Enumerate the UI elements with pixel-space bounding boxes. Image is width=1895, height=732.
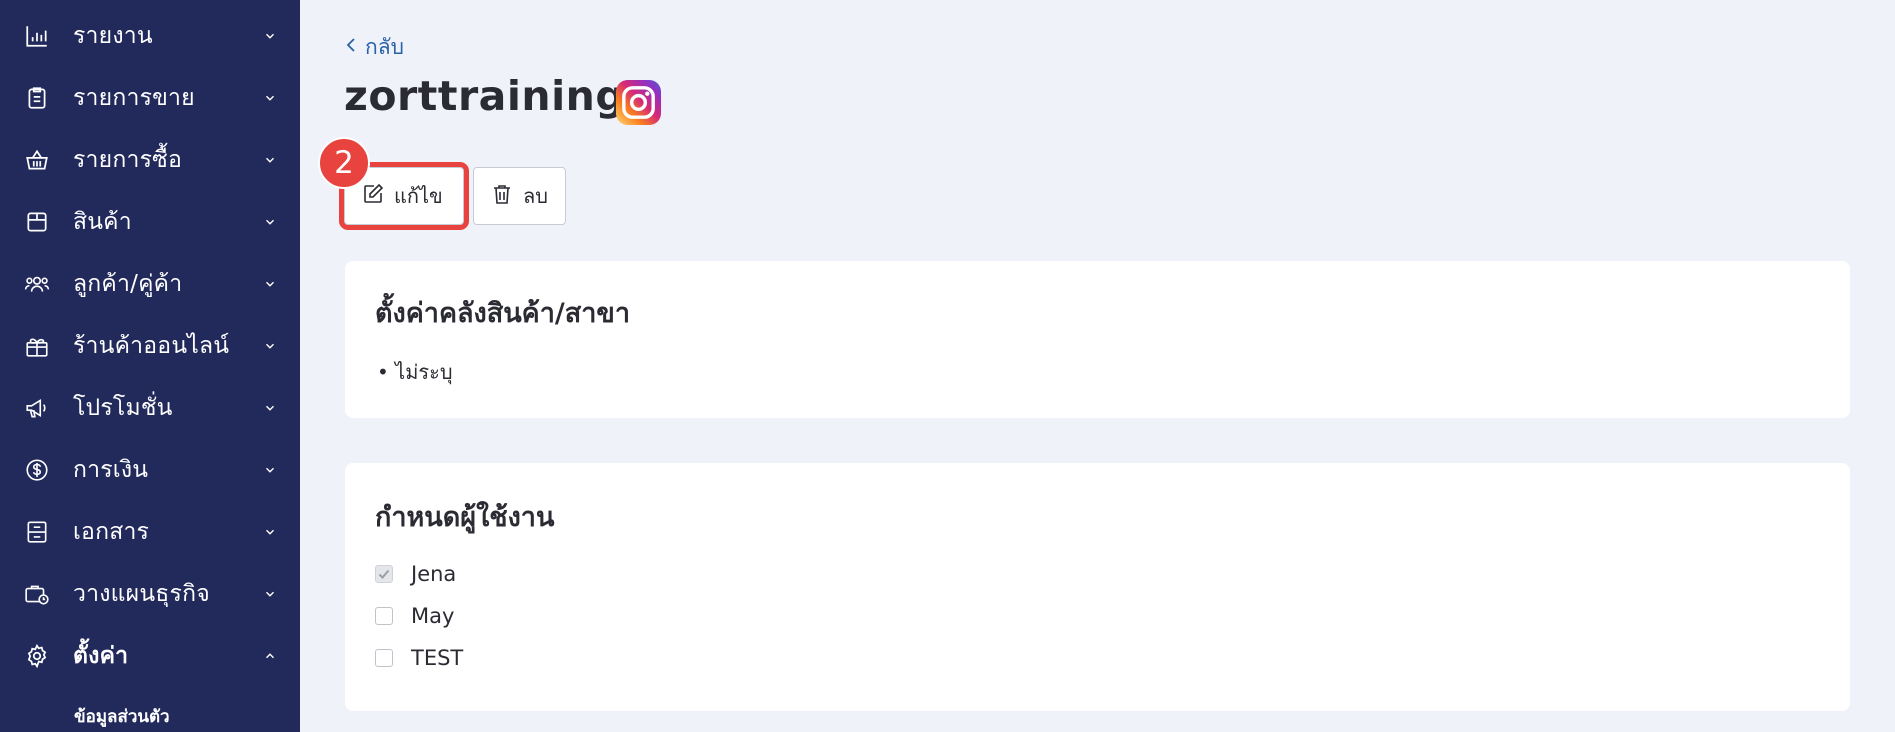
box-icon xyxy=(24,209,50,235)
sidebar-item-label: การเงิน xyxy=(73,457,149,483)
sidebar-item-label: ลูกค้า/คู่ค้า xyxy=(73,271,183,297)
back-link[interactable]: กลับ xyxy=(343,31,404,64)
user-checkbox[interactable] xyxy=(375,607,393,625)
dollar-circle-icon xyxy=(24,457,50,483)
chevron-down-icon xyxy=(262,524,278,540)
user-checkbox[interactable] xyxy=(375,649,393,667)
delete-button[interactable]: ลบ xyxy=(473,167,566,225)
sidebar-item-finance[interactable]: การเงิน xyxy=(0,439,300,501)
sidebar-item-label: ร้านค้าออนไลน์ xyxy=(73,333,230,359)
user-name: May xyxy=(411,604,455,628)
edit-icon xyxy=(361,182,385,211)
sidebar-item-label: ตั้งค่า xyxy=(73,643,129,669)
page-title: zorttraining xyxy=(344,72,626,120)
chevron-down-icon xyxy=(262,462,278,478)
sidebar-item-label: สินค้า xyxy=(73,209,132,235)
basket-icon xyxy=(24,147,50,173)
sidebar-item-reports[interactable]: รายงาน xyxy=(0,5,300,67)
chevron-down-icon xyxy=(262,214,278,230)
user-row-jena: Jena xyxy=(375,562,456,586)
megaphone-icon xyxy=(24,395,50,421)
chevron-left-icon xyxy=(343,35,359,60)
chevron-down-icon xyxy=(262,338,278,354)
chevron-down-icon xyxy=(262,28,278,44)
warehouse-settings-title: ตั้งค่าคลังสินค้า/สาขา xyxy=(375,298,631,329)
sidebar: รายงาน รายการขาย รายการซื้อ สินค้า ลูกค้… xyxy=(0,0,300,732)
sidebar-item-documents[interactable]: เอกสาร xyxy=(0,501,300,563)
sidebar-item-label: รายการซื้อ xyxy=(73,147,182,173)
user-name: Jena xyxy=(411,562,457,586)
warehouse-value: • ไม่ระบุ xyxy=(377,360,453,384)
clipboard-list-icon xyxy=(24,85,50,111)
archive-icon xyxy=(24,519,50,545)
back-label: กลับ xyxy=(365,35,404,59)
sidebar-item-sales[interactable]: รายการขาย xyxy=(0,67,300,129)
sidebar-item-label: เอกสาร xyxy=(73,519,150,545)
instagram-icon xyxy=(615,79,662,126)
sidebar-item-business-planning[interactable]: วางแผนธุรกิจ xyxy=(0,563,300,625)
user-row-test: TEST xyxy=(375,646,463,670)
chevron-down-icon xyxy=(262,400,278,416)
sidebar-item-label: รายการขาย xyxy=(73,85,195,111)
trash-icon xyxy=(490,182,514,211)
user-name: TEST xyxy=(411,646,464,670)
sidebar-item-customers[interactable]: ลูกค้า/คู่ค้า xyxy=(0,253,300,315)
chevron-down-icon xyxy=(262,276,278,292)
gift-store-icon xyxy=(24,333,50,359)
chevron-down-icon xyxy=(262,586,278,602)
delete-label: ลบ xyxy=(523,184,548,208)
edit-label: แก้ไข xyxy=(394,184,443,208)
user-assignment-title: กำหนดผู้ใช้งาน xyxy=(375,502,555,533)
sidebar-subitem-profile[interactable]: ข้อมูลส่วนตัว xyxy=(74,703,170,730)
gear-icon xyxy=(24,643,50,669)
sidebar-item-label: วางแผนธุรกิจ xyxy=(73,581,210,607)
chevron-down-icon xyxy=(262,90,278,106)
user-checkbox[interactable] xyxy=(375,565,393,583)
user-assignment-card: กำหนดผู้ใช้งาน Jena May TEST xyxy=(345,463,1850,711)
step-number-badge: 2 xyxy=(318,137,370,189)
sidebar-item-promotions[interactable]: โปรโมชั่น xyxy=(0,377,300,439)
briefcase-clock-icon xyxy=(24,581,50,607)
sidebar-item-products[interactable]: สินค้า xyxy=(0,191,300,253)
sidebar-item-label: รายงาน xyxy=(73,23,153,49)
user-row-may: May xyxy=(375,604,454,628)
sidebar-item-settings[interactable]: ตั้งค่า xyxy=(0,625,300,687)
bar-chart-icon xyxy=(24,23,50,49)
chevron-up-icon xyxy=(262,648,278,664)
chevron-down-icon xyxy=(262,152,278,168)
sidebar-item-label: โปรโมชั่น xyxy=(73,395,173,421)
sidebar-item-online-store[interactable]: ร้านค้าออนไลน์ xyxy=(0,315,300,377)
users-icon xyxy=(24,271,50,297)
warehouse-settings-card: ตั้งค่าคลังสินค้า/สาขา • ไม่ระบุ xyxy=(345,261,1850,418)
sidebar-item-purchases[interactable]: รายการซื้อ xyxy=(0,129,300,191)
